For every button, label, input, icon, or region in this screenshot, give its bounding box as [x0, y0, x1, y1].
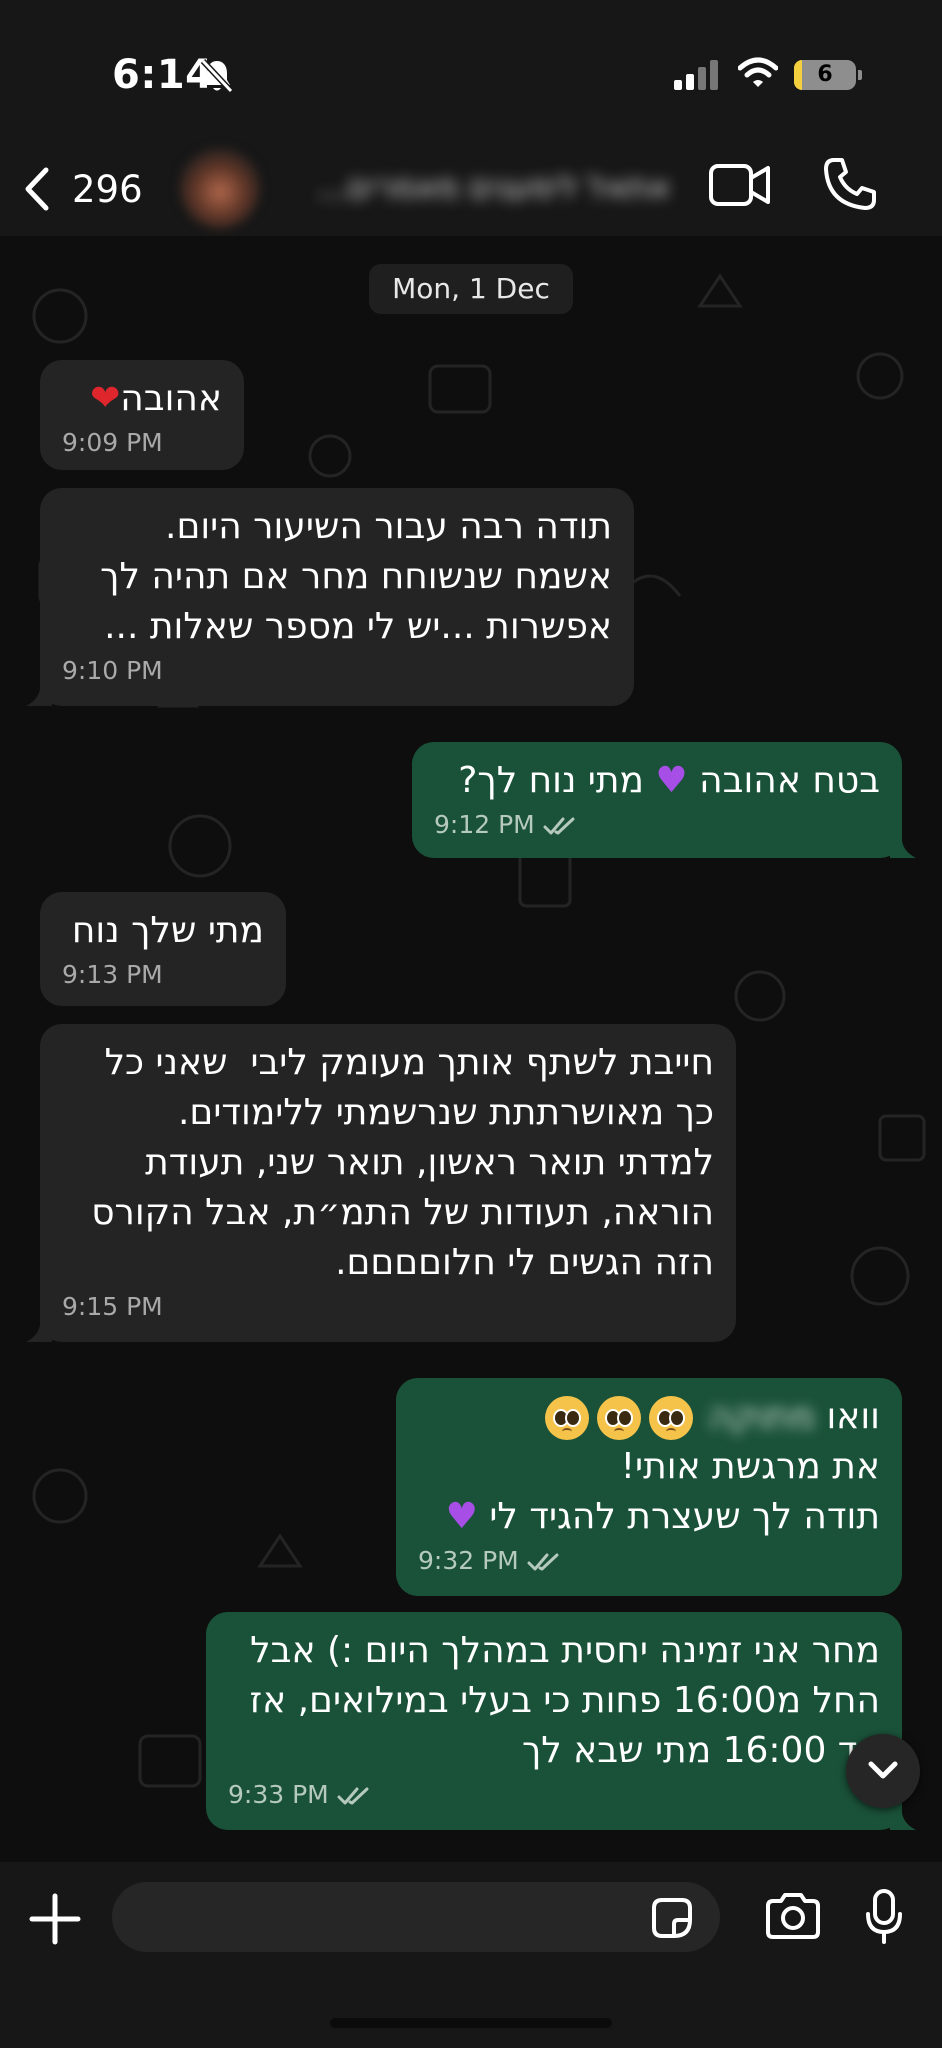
- chevron-left-icon: [25, 167, 49, 211]
- plus-icon[interactable]: [28, 1892, 82, 1946]
- bubble-tail: [890, 834, 916, 858]
- message-incoming[interactable]: תודה רבה עבור השיעור היום. אשמח שנשוחח מ…: [40, 488, 634, 706]
- message-outgoing[interactable]: מחר אני זמינה יחסית במהלך היום :) אבל הח…: [206, 1612, 902, 1830]
- double-check-icon: [527, 1553, 559, 1571]
- signal-icon: [674, 60, 718, 94]
- message-time: 9:10 PM: [62, 656, 163, 685]
- wifi-icon: [737, 56, 779, 94]
- double-check-icon: [337, 1787, 369, 1805]
- sticker-icon[interactable]: [650, 1896, 694, 1940]
- home-indicator: [330, 2018, 612, 2028]
- pleading-face-icon: [544, 1396, 589, 1440]
- pleading-face-icon: [648, 1396, 693, 1440]
- red-heart-icon: ❤: [90, 378, 121, 419]
- blurred-name: מתוקה: [708, 1396, 816, 1437]
- message-time: 9:09 PM: [62, 428, 163, 457]
- message-incoming[interactable]: חייבת לשתף אותך מעומק ליבי שאני כל כך מא…: [40, 1024, 736, 1342]
- pleading-face-icon: [596, 1396, 641, 1440]
- purple-heart-icon: ♥: [445, 1496, 478, 1537]
- chat-header: 296 אתאל לימעגים מאמרים...: [0, 140, 942, 236]
- video-call-icon[interactable]: [708, 160, 772, 210]
- back-button[interactable]: 296: [14, 158, 144, 218]
- message-incoming[interactable]: מתי שלך נוח 9:13 PM: [40, 892, 286, 1006]
- message-outgoing[interactable]: וואו מתוקה את מרגשת אותי! תודה לך שעצרת ל…: [396, 1378, 902, 1596]
- message-time: 9:32 PM: [418, 1544, 880, 1578]
- message-text: חייבת לשתף אותך מעומק ליבי שאני כל כך מא…: [91, 1042, 714, 1283]
- bubble-tail: [26, 1318, 52, 1342]
- status-time: 6:14: [112, 52, 214, 98]
- message-time: 9:13 PM: [62, 960, 163, 989]
- battery-icon: 6: [794, 60, 856, 90]
- message-text: וואו מתוקה את מרגשת אותי! תודה לך שעצרת ל…: [418, 1392, 880, 1542]
- avatar[interactable]: [180, 148, 260, 228]
- message-text: בטח אהובה ♥ מתי נוח לך?: [458, 760, 880, 801]
- message-incoming[interactable]: אהובה❤ 9:09 PM: [40, 360, 244, 470]
- battery-level: 6: [817, 62, 833, 87]
- date-chip: Mon, 1 Dec: [369, 264, 573, 314]
- message-text: תודה רבה עבור השיעור היום. אשמח שנשוחח מ…: [100, 506, 612, 647]
- chevron-down-icon: [868, 1761, 898, 1779]
- bubble-tail: [890, 1806, 916, 1830]
- contact-name[interactable]: אתאל לימעגים מאמרים...: [290, 160, 670, 214]
- message-text: מתי שלך נוח: [71, 910, 264, 951]
- chat-area[interactable]: Mon, 1 Dec אהובה❤ 9:09 PM תודה רבה עבור …: [0, 236, 942, 1862]
- message-text: אהובה❤: [90, 378, 222, 419]
- bubble-tail: [26, 682, 52, 706]
- message-outgoing[interactable]: בטח אהובה ♥ מתי נוח לך? 9:12 PM: [412, 742, 902, 858]
- message-time: 9:33 PM: [228, 1778, 880, 1812]
- double-check-icon: [543, 817, 575, 835]
- phone-icon[interactable]: [822, 156, 878, 212]
- purple-heart-icon: ♥: [655, 760, 688, 801]
- message-input[interactable]: [112, 1882, 720, 1952]
- message-text: מחר אני זמינה יחסית במהלך היום :) אבל הח…: [249, 1630, 880, 1771]
- microphone-icon[interactable]: [864, 1888, 904, 1946]
- camera-icon[interactable]: [764, 1892, 822, 1940]
- message-time: 9:15 PM: [62, 1292, 163, 1321]
- message-time: 9:12 PM: [434, 808, 880, 842]
- status-bar: 6:14 6: [0, 0, 942, 140]
- scroll-down-button[interactable]: [846, 1734, 920, 1808]
- input-bar: [0, 1862, 942, 2048]
- unread-count: 296: [72, 168, 143, 211]
- bell-off-icon: [200, 58, 234, 98]
